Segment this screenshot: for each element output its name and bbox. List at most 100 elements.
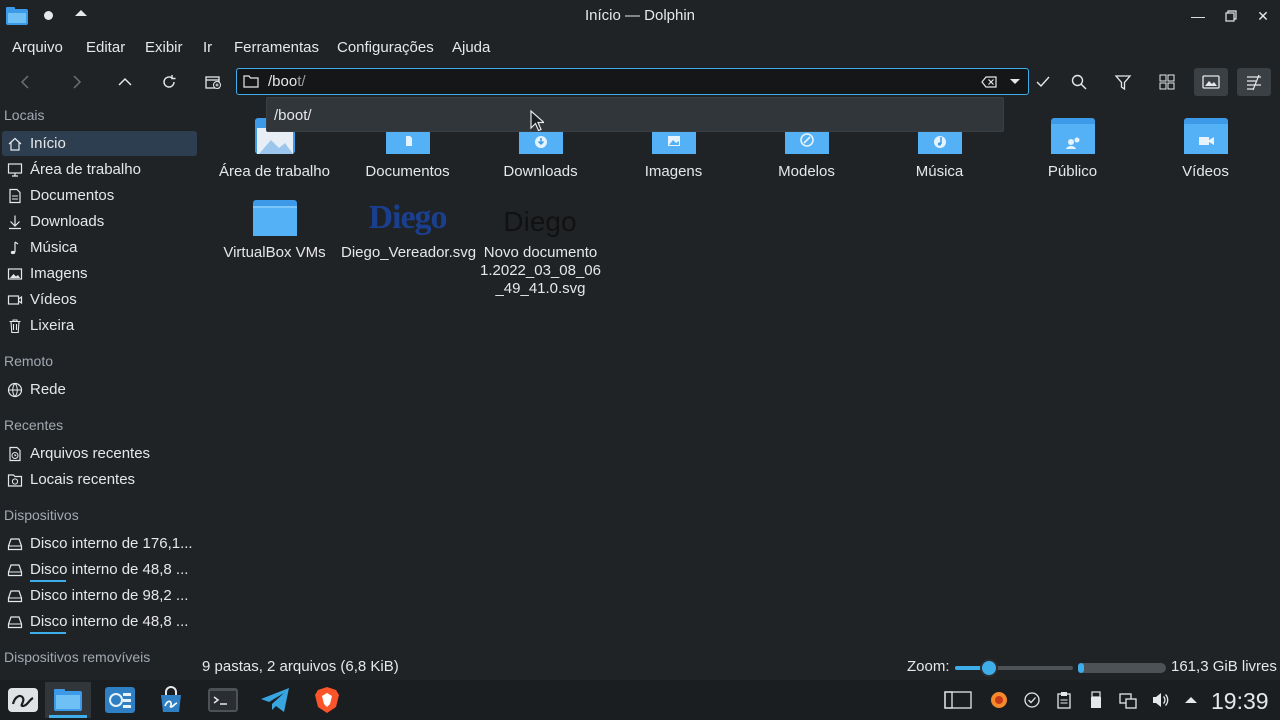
search-button[interactable] bbox=[1065, 68, 1093, 96]
taskbar-discover[interactable] bbox=[148, 682, 194, 718]
svg-logo-thumbnail: Diego bbox=[368, 199, 447, 236]
free-space-label: 161,3 GiB livres bbox=[1171, 658, 1277, 675]
section-locais: Locais bbox=[4, 107, 45, 123]
trash-icon bbox=[9, 319, 21, 334]
sidebar-item-area-de-trabalho[interactable]: Área de trabalho bbox=[2, 157, 197, 182]
network-wired-icon[interactable] bbox=[1119, 691, 1137, 709]
file-view[interactable]: Área de trabalho Documentos Downloads Im… bbox=[200, 100, 1280, 656]
app-launcher-button[interactable] bbox=[0, 682, 46, 718]
taskbar-dolphin[interactable] bbox=[45, 682, 91, 718]
folder-icon bbox=[253, 200, 297, 236]
status-bar: 9 pastas, 2 arquivos (6,8 KiB) Zoom: 161… bbox=[200, 656, 1280, 680]
show-desktop-icon[interactable] bbox=[944, 691, 972, 709]
clipboard-icon[interactable] bbox=[1055, 691, 1073, 709]
hard-drive-icon bbox=[7, 538, 23, 551]
keep-above-icon[interactable] bbox=[44, 11, 53, 20]
sidebar-item-locais-recentes[interactable]: Locais recentes bbox=[2, 467, 197, 492]
sidebar-item-lixeira[interactable]: Lixeira bbox=[2, 313, 197, 338]
file-name: Diego_Vereador.svg bbox=[341, 244, 477, 261]
sidebar-item-label: Disco interno de 98,2 ... bbox=[30, 587, 189, 604]
sidebar-item-disk-2[interactable]: Disco interno de 48,8 ... bbox=[2, 557, 197, 582]
sidebar-item-imagens[interactable]: Imagens bbox=[2, 261, 197, 286]
status-summary: 9 pastas, 2 arquivos (6,8 KiB) bbox=[202, 658, 399, 675]
sidebar-item-disk-3[interactable]: Disco interno de 98,2 ... bbox=[2, 583, 197, 608]
location-input[interactable]: /boot/ bbox=[268, 73, 306, 90]
confirm-location-button[interactable] bbox=[1029, 68, 1057, 96]
dolphin-app-icon[interactable] bbox=[6, 7, 28, 25]
recent-files-icon bbox=[9, 446, 21, 462]
back-button[interactable] bbox=[12, 68, 40, 96]
section-dispositivos-removiveis: Dispositivos removíveis bbox=[4, 649, 151, 665]
new-tab-icon bbox=[205, 76, 221, 89]
location-history-dropdown-icon[interactable] bbox=[1010, 79, 1020, 84]
menu-ferramentas[interactable]: Ferramentas bbox=[234, 39, 319, 56]
sidebar-item-arquivos-recentes[interactable]: Arquivos recentes bbox=[2, 441, 197, 466]
filter-button[interactable] bbox=[1109, 68, 1137, 96]
notifications-check-icon[interactable] bbox=[1023, 691, 1041, 709]
firefox-tray-icon[interactable] bbox=[990, 691, 1008, 709]
folder-icon bbox=[243, 75, 259, 88]
network-icon bbox=[7, 382, 23, 398]
keep-on-top-icon[interactable] bbox=[75, 10, 87, 16]
window-title: Início — Dolphin bbox=[584, 7, 696, 24]
menu-exibir[interactable]: Exibir bbox=[145, 39, 183, 56]
sidebar-item-label: Rede bbox=[30, 381, 66, 398]
close-button[interactable]: ✕ bbox=[1253, 6, 1273, 26]
menu-arquivo[interactable]: Arquivo bbox=[12, 39, 63, 56]
sidebar-item-label: Arquivos recentes bbox=[30, 445, 151, 462]
svg-text-thumbnail: Diego bbox=[503, 206, 577, 237]
mouse-cursor-icon bbox=[530, 110, 544, 132]
reload-button[interactable] bbox=[155, 68, 183, 96]
sidebar-item-documentos[interactable]: Documentos bbox=[2, 183, 197, 208]
sidebar-item-label: Imagens bbox=[30, 265, 88, 282]
filter-icon bbox=[1114, 75, 1132, 91]
sidebar-item-disk-1[interactable]: Disco interno de 176,1... bbox=[2, 531, 197, 556]
sidebar-item-rede[interactable]: Rede bbox=[2, 377, 197, 402]
sidebar-item-label: Lixeira bbox=[30, 317, 75, 334]
clock[interactable]: 19:39 bbox=[1211, 688, 1269, 715]
file-name: VirtualBox VMs bbox=[223, 244, 326, 261]
taskbar-settings[interactable] bbox=[97, 682, 143, 718]
menu-bar: Arquivo Editar Exibir Ir Ferramentas Con… bbox=[0, 32, 1280, 64]
zoom-slider[interactable] bbox=[955, 659, 1073, 677]
forward-icon bbox=[73, 75, 82, 89]
maximize-button[interactable] bbox=[1221, 6, 1241, 26]
sidebar-item-label: Disco interno de 48,8 ... bbox=[30, 613, 189, 630]
location-suggestion-popup[interactable]: /boot/ bbox=[266, 97, 1004, 132]
icons-view-button[interactable] bbox=[1153, 68, 1181, 96]
sidebar-item-videos[interactable]: Vídeos bbox=[2, 287, 197, 312]
preview-button[interactable] bbox=[1194, 68, 1228, 96]
menu-ir[interactable]: Ir bbox=[203, 39, 212, 56]
sidebar-item-label: Área de trabalho bbox=[30, 161, 141, 178]
shopping-bag-icon bbox=[161, 686, 181, 712]
sidebar-item-downloads[interactable]: Downloads bbox=[2, 209, 197, 234]
new-tab-button[interactable] bbox=[199, 68, 227, 96]
usb-device-icon[interactable] bbox=[1087, 691, 1105, 709]
volume-icon[interactable] bbox=[1151, 691, 1169, 709]
sidebar-item-inicio[interactable]: Início bbox=[2, 131, 197, 156]
suggestion-item[interactable]: /boot/ bbox=[274, 107, 312, 124]
menu-configuracoes[interactable]: Configurações bbox=[337, 39, 434, 56]
taskbar-konsole[interactable] bbox=[200, 682, 246, 718]
show-hidden-icons-icon[interactable] bbox=[1182, 691, 1200, 709]
sidebar-item-label: Downloads bbox=[30, 213, 105, 230]
minimize-button[interactable]: — bbox=[1188, 6, 1208, 26]
sidebar-item-label: Disco interno de 176,1... bbox=[30, 535, 193, 552]
file-name: Área de trabalho bbox=[219, 163, 330, 180]
sidebar-item-musica[interactable]: Música bbox=[2, 235, 197, 260]
sidebar-item-disk-4[interactable]: Disco interno de 48,8 ... bbox=[2, 609, 197, 634]
zoom-slider-handle[interactable] bbox=[980, 659, 998, 677]
split-view-button[interactable] bbox=[1237, 68, 1271, 96]
up-button[interactable] bbox=[111, 68, 139, 96]
disk-space-fill bbox=[1078, 663, 1085, 673]
forward-button[interactable] bbox=[62, 68, 90, 96]
taskbar-brave[interactable] bbox=[304, 682, 350, 718]
clear-location-icon[interactable] bbox=[980, 73, 998, 91]
documents-icon bbox=[9, 188, 21, 204]
menu-editar[interactable]: Editar bbox=[86, 39, 125, 56]
location-bar[interactable]: /boot/ bbox=[236, 68, 1029, 95]
menu-ajuda[interactable]: Ajuda bbox=[452, 39, 490, 56]
reload-icon bbox=[163, 75, 176, 88]
disk-space-bar[interactable] bbox=[1078, 663, 1166, 673]
taskbar-telegram[interactable] bbox=[252, 682, 298, 718]
